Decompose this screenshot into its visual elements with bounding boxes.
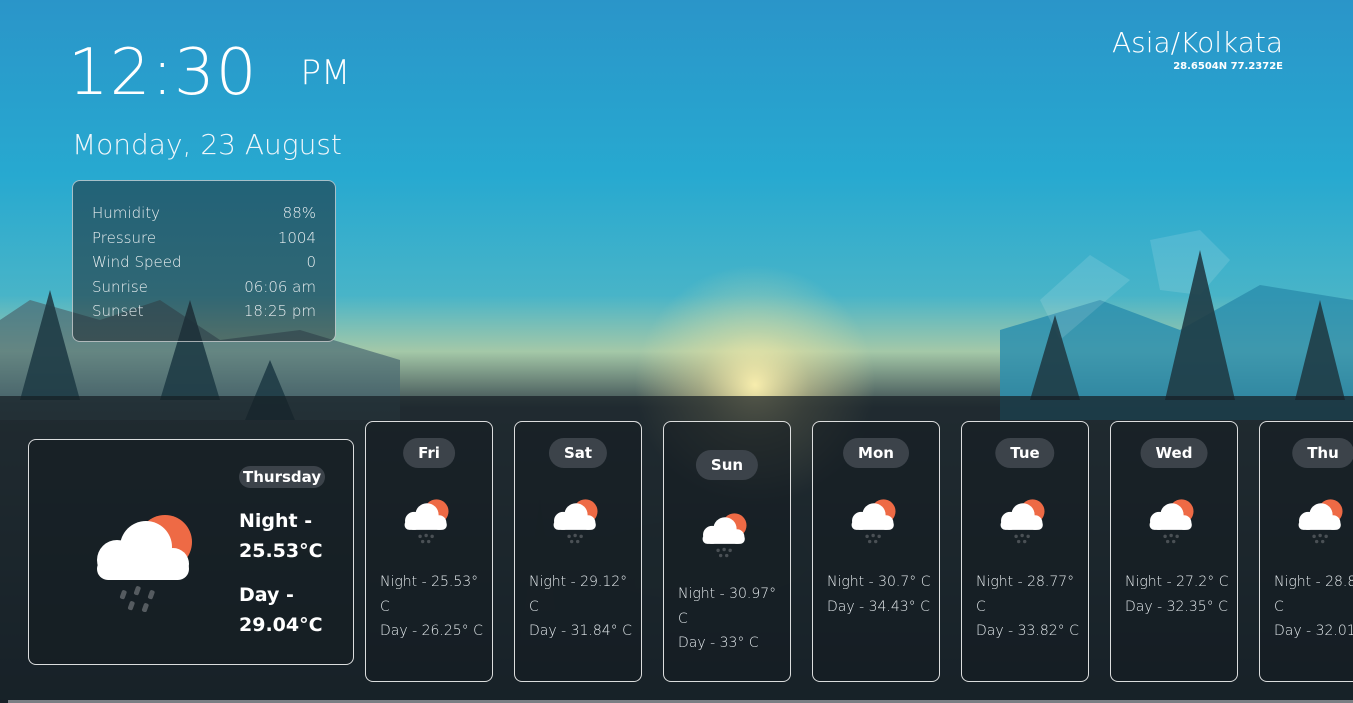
today-day-badge: Thursday xyxy=(239,466,326,488)
weather-details-panel: Humidity 88% Pressure 1004 Wind Speed 0 … xyxy=(72,180,336,342)
detail-label: Pressure xyxy=(92,228,157,247)
detail-value: 06:06 am xyxy=(244,277,316,296)
forecast-night-temp: Night - 28.77° C xyxy=(976,574,1075,615)
forecast-day-badge: Thu xyxy=(1292,438,1353,468)
forecast-card-tue: Tue Night - 28.77° C Day - 33.82° C xyxy=(961,421,1089,682)
forecast-card-wed: Wed Night - 27.2° C Day - 32.35° C xyxy=(1110,421,1238,682)
detail-label: Wind Speed xyxy=(92,253,182,271)
detail-row-sunset: Sunset 18:25 pm xyxy=(92,301,316,326)
forecast-day-temp: Day - 34.43° C xyxy=(827,598,930,615)
forecast-day-badge: Sat xyxy=(548,438,608,468)
cloud-sun-rain-icon xyxy=(553,499,598,544)
cloud-sun-rain-icon xyxy=(851,499,896,544)
detail-value: 88% xyxy=(282,204,316,222)
clock: 12:30 PM xyxy=(68,36,350,110)
detail-row-wind-speed: Wind Speed 0 xyxy=(92,252,316,277)
forecast-night-temp: Night - 30.7° C xyxy=(827,574,931,590)
detail-value: 0 xyxy=(306,253,316,271)
detail-row-humidity: Humidity 88% xyxy=(92,203,316,228)
timezone-name: Asia/Kolkata xyxy=(1111,26,1283,59)
forecast-card-sat: Sat Night - 29.12° C Day - 31.84° C xyxy=(514,421,642,682)
cloud-sun-rain-icon xyxy=(1149,499,1194,544)
forecast-day-badge: Wed xyxy=(1140,438,1208,468)
forecast-card-thu: Thu Night - 28.89° C Day - 32.01 C xyxy=(1259,421,1353,682)
timezone-block: Asia/Kolkata 28.6504N 77.2372E xyxy=(1112,26,1283,72)
forecast-night-temp: Night - 29.12° C xyxy=(529,574,628,615)
detail-label: Sunset xyxy=(92,302,144,320)
cloud-sun-rain-icon xyxy=(97,515,192,612)
clock-ampm: PM xyxy=(300,53,351,93)
forecast-night-temp: Night - 28.89° C xyxy=(1274,574,1353,615)
detail-value: 18:25 pm xyxy=(243,302,316,320)
forecast-day-badge: Mon xyxy=(843,438,909,468)
forecast-day-temp: Day - 33.82° C xyxy=(976,623,1079,639)
forecast-day-temp: Day - 31.84° C xyxy=(529,623,632,639)
cloud-sun-rain-icon xyxy=(404,499,449,544)
detail-value: 1004 xyxy=(277,228,316,247)
forecast-day-temp: Day - 32.35° C xyxy=(1125,598,1228,615)
today-forecast-card: Thursday Night - 25.53°C Day - 29.04°C xyxy=(28,439,354,665)
forecast-day-temp: Day - 33° C xyxy=(678,635,759,651)
forecast-card-mon: Mon Night - 30.7° C Day - 34.43° C xyxy=(812,421,940,682)
detail-label: Humidity xyxy=(92,204,161,222)
detail-row-pressure: Pressure 1004 xyxy=(92,228,316,253)
forecast-night-temp: Night - 25.53° C xyxy=(380,574,479,615)
cloud-sun-rain-icon xyxy=(702,513,747,558)
forecast-day-badge: Sun xyxy=(695,450,759,480)
cloud-sun-rain-icon xyxy=(1298,499,1343,544)
forecast-day-temp: Day - 32.01 C xyxy=(1274,623,1353,639)
forecast-day-badge: Fri xyxy=(403,438,455,468)
forecast-card-sun: Sun Night - 30.97° C Day - 33° C xyxy=(663,421,791,682)
timezone-coordinates: 28.6504N 77.2372E xyxy=(1173,61,1283,72)
current-date: Monday, 23 August xyxy=(72,128,342,161)
forecast-card-fri: Fri Night - 25.53° C Day - 26.25° C xyxy=(365,421,493,682)
forecast-day-temp: Day - 26.25° C xyxy=(380,623,483,639)
clock-time: 12:30 xyxy=(68,36,258,110)
detail-row-sunrise: Sunrise 06:06 am xyxy=(92,277,316,302)
cloud-sun-rain-icon xyxy=(1000,499,1045,544)
forecast-day-badge: Tue xyxy=(995,438,1055,468)
detail-label: Sunrise xyxy=(92,277,148,296)
today-night-temp: Night - 25.53°C xyxy=(239,510,323,562)
today-day-temp: Day - 29.04°C xyxy=(239,584,323,636)
forecast-night-temp: Night - 30.97° C xyxy=(678,586,777,627)
forecast-night-temp: Night - 27.2° C xyxy=(1125,574,1229,590)
